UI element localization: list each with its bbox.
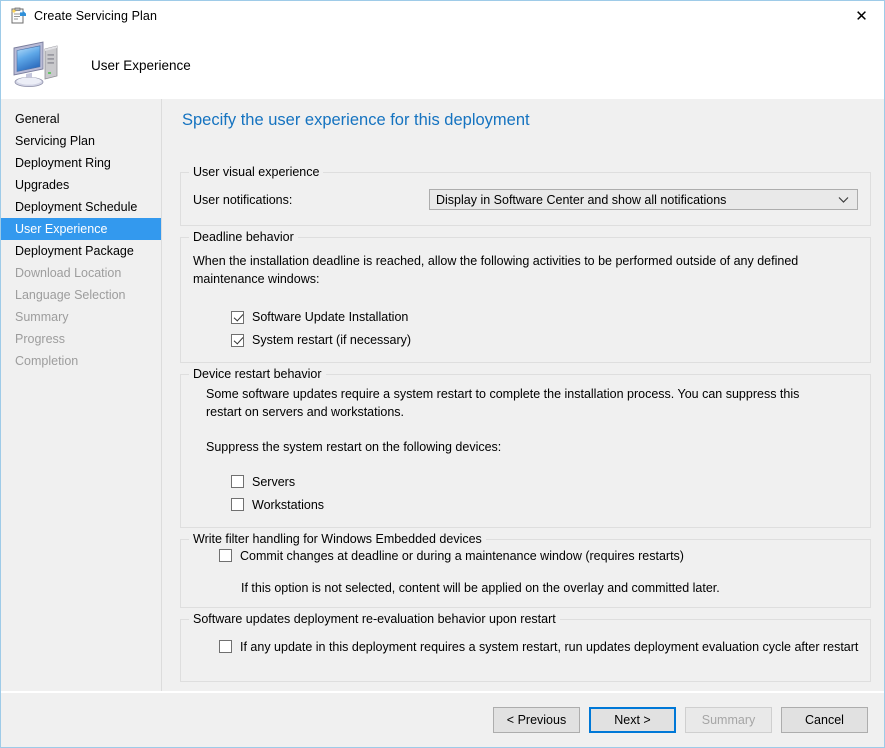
device-restart-description: Some software updates require a system r… [206, 387, 800, 420]
user-notifications-row: User notifications: Display in Software … [193, 189, 859, 210]
checkbox-label: System restart (if necessary) [252, 333, 412, 348]
checkbox-label: Servers [252, 474, 296, 489]
group-legend: Deadline behavior [189, 230, 298, 244]
user-notifications-dropdown[interactable]: Display in Software Center and show all … [429, 189, 859, 210]
checkbox-box [231, 310, 244, 324]
checkbox-software-update-installation[interactable]: Software Update Installation [231, 310, 858, 324]
sidebar-item-deployment-package[interactable]: Deployment Package [1, 240, 161, 262]
new-servicing-plan-icon [9, 7, 27, 25]
deadline-description: When the installation deadline is reache… [193, 254, 799, 287]
group-reevaluation-behavior: Software updates deployment re-evaluatio… [180, 611, 872, 682]
checkbox-commit-changes[interactable]: Commit changes at deadline or during a m… [219, 549, 858, 563]
group-device-restart-behavior: Device restart behavior Some software up… [180, 367, 872, 528]
sidebar-item-servicing-plan[interactable]: Servicing Plan [1, 130, 161, 152]
sidebar-item-general[interactable]: General [1, 108, 161, 130]
previous-button[interactable]: < Previous [493, 706, 580, 733]
checkbox-box [219, 549, 232, 563]
checkbox-box [219, 640, 232, 654]
title-bar: Create Servicing Plan ✕ [1, 1, 884, 31]
sidebar-item-download-location: Download Location [15, 266, 122, 280]
checkbox-label: Workstations [252, 497, 325, 512]
next-button[interactable]: Next > [589, 706, 676, 733]
wizard-body: General Servicing Plan Deployment Ring U… [1, 99, 884, 691]
suppress-restart-label: Suppress the system restart on the follo… [206, 439, 502, 454]
checkbox-label: Commit changes at deadline or during a m… [240, 548, 684, 563]
user-notifications-value: Display in Software Center and show all … [436, 192, 727, 207]
wizard-banner: User Experience [1, 31, 884, 99]
cancel-button[interactable]: Cancel [781, 706, 868, 733]
group-legend: Software updates deployment re-evaluatio… [189, 611, 560, 626]
sidebar-item-completion: Completion [15, 354, 79, 368]
window-title: Create Servicing Plan [34, 9, 157, 23]
user-notifications-label: User notifications: [193, 192, 293, 207]
checkbox-box [231, 333, 244, 347]
wizard-footer: < Previous Next > Summary Cancel [1, 691, 884, 746]
group-legend: Device restart behavior [189, 367, 326, 382]
group-legend: User visual experience [189, 165, 324, 179]
group-deadline-behavior: Deadline behavior When the installation … [180, 230, 872, 364]
checkbox-servers[interactable]: Servers [231, 475, 858, 489]
sidebar-item-progress: Progress [15, 332, 66, 346]
page-title: Specify the user experience for this dep… [182, 111, 530, 129]
group-user-visual-experience: User visual experience User notification… [180, 165, 872, 226]
close-icon[interactable]: ✕ [839, 1, 884, 30]
write-filter-note: If this option is not selected, content … [241, 580, 720, 595]
group-write-filter-handling: Write filter handling for Windows Embedd… [180, 531, 872, 608]
summary-button: Summary [685, 706, 772, 733]
sidebar-item-user-experience[interactable]: User Experience [1, 218, 161, 240]
sidebar-item-summary: Summary [15, 310, 69, 324]
computer-icon [11, 39, 69, 91]
wizard-content: Specify the user experience for this dep… [162, 99, 885, 691]
checkbox-box [231, 475, 244, 489]
group-legend: Write filter handling for Windows Embedd… [189, 531, 486, 546]
sidebar-item-language-selection: Language Selection [15, 288, 126, 302]
wizard-step-sidebar: General Servicing Plan Deployment Ring U… [1, 99, 162, 691]
checkbox-box [231, 498, 244, 512]
sidebar-item-upgrades[interactable]: Upgrades [1, 174, 161, 196]
checkbox-system-restart[interactable]: System restart (if necessary) [231, 333, 858, 347]
banner-title: User Experience [91, 57, 191, 73]
sidebar-item-deployment-ring[interactable]: Deployment Ring [1, 152, 161, 174]
checkbox-label: If any update in this deployment require… [240, 639, 859, 654]
checkbox-reevaluation-cycle[interactable]: If any update in this deployment require… [219, 640, 858, 654]
checkbox-label: Software Update Installation [252, 310, 409, 325]
sidebar-item-deployment-schedule[interactable]: Deployment Schedule [1, 196, 161, 218]
chevron-down-icon [838, 190, 849, 209]
checkbox-workstations[interactable]: Workstations [231, 498, 858, 512]
